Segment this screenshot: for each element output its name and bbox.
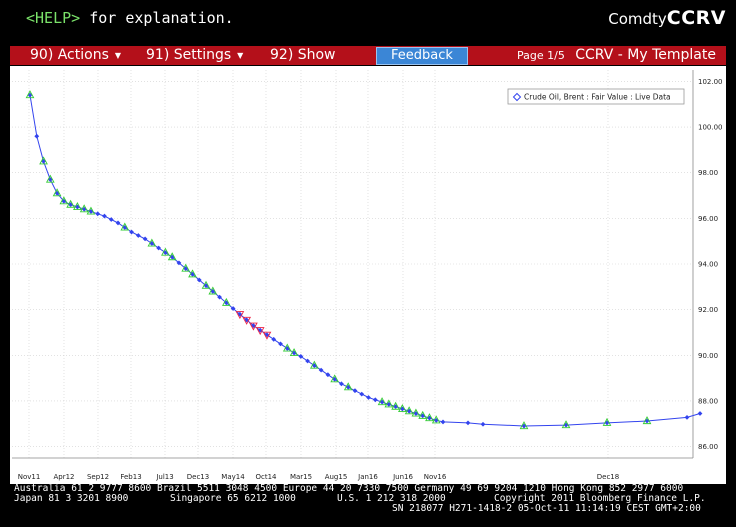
data-point [352,388,358,394]
footer-japan: Japan 81 3 3201 8900 [14,493,129,504]
footer-info: Australia 61 2 9777 8600 Brazil 5511 304… [0,483,736,527]
help-hint: <HELP> for explanation. [26,9,234,27]
function-ticker: ComdtyCCRV [608,7,726,29]
data-point [684,414,690,420]
y-tick-label: 90.00 [698,352,718,360]
ticker-prefix: Comdty [608,10,667,28]
x-tick-label: May14 [221,473,245,481]
y-tick-label: 96.00 [698,215,718,223]
y-tick-label: 102.00 [698,78,723,86]
data-point [34,133,40,139]
template-name: CCRV - My Template [575,47,716,63]
x-tick-label: Mar15 [290,473,312,481]
x-tick-label: Jul13 [155,473,173,481]
data-point [359,391,365,397]
x-tick-label: Dec18 [597,473,619,481]
y-tick-label: 86.00 [698,443,718,451]
y-tick-label: 94.00 [698,261,718,269]
y-tick-label: 100.00 [698,124,723,132]
x-tick-label: Sep12 [87,473,109,481]
menu-bar: 90) Actions ▼ 91) Settings ▼ 92) Show Feed… [10,46,726,65]
data-point [465,420,471,426]
x-tick-label: Apr12 [53,473,74,481]
chevron-down-icon: ▼ [114,50,122,60]
help-text: for explanation. [80,9,234,27]
top-command-bar: <HELP> for explanation. ComdtyCCRV [0,0,736,40]
legend-label: Crude Oil, Brent : Fair Value : Live Dat… [524,93,671,102]
y-tick-label: 98.00 [698,169,718,177]
data-point [372,397,378,403]
show-menu-label: 92) Show [270,47,336,63]
y-tick-label: 92.00 [698,306,718,314]
x-tick-label: Nov11 [18,473,41,481]
show-menu[interactable]: 92) Show [270,47,336,63]
footer-singapore: Singapore 65 6212 1000 [170,493,296,504]
x-tick-label: Nov16 [424,473,447,481]
help-key[interactable]: <HELP> [26,9,80,27]
actions-menu[interactable]: 90) Actions ▼ [30,47,121,63]
data-point [440,419,446,425]
ticker-code: CCRV [666,7,726,29]
data-point [697,411,703,416]
page-indicator: Page 1/5 [517,49,565,62]
x-tick-label: Dec13 [187,473,209,481]
chevron-down-icon: ▼ [237,50,244,60]
actions-menu-label: 90) Actions [30,47,109,63]
data-point [102,213,107,219]
x-tick-label: Jan16 [357,473,378,481]
feedback-button[interactable]: Feedback [376,47,468,65]
data-point [135,233,141,238]
x-tick-label: Feb13 [120,473,141,481]
data-point [366,395,371,400]
settings-menu-label: 91) Settings [146,47,232,63]
x-tick-label: Jun16 [392,473,413,481]
data-point [95,211,101,217]
series-line [29,95,701,427]
x-tick-label: Oct14 [255,473,277,481]
forward-curve-chart: 86.00 88.00 90.00 92.00 94.00 96.00 98.00 100.0… [10,66,726,484]
data-point [108,217,114,222]
x-tick-label: Aug15 [325,473,348,481]
y-tick-label: 88.00 [698,397,718,405]
footer-session: SN 218077 H271-1418-2 05-Oct-11 11:14:19… [392,503,701,514]
settings-menu[interactable]: 91) Settings ▼ [146,47,243,63]
chart-canvas: 86.00 88.00 90.00 92.00 94.00 96.00 98.00 100.0… [12,70,723,481]
data-point [480,421,486,427]
